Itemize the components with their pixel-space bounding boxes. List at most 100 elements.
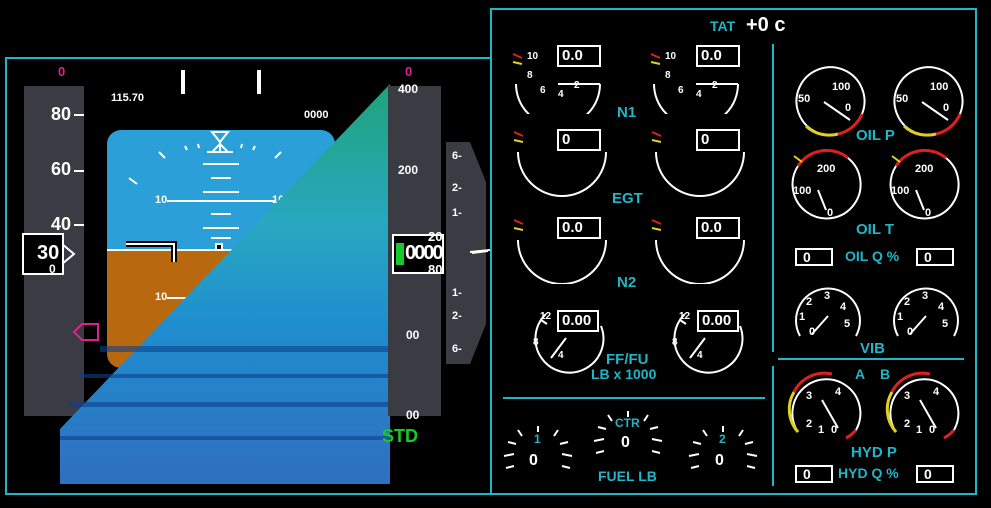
vib-scale: 1 — [799, 311, 806, 323]
n2-right-value: 0.0 — [696, 217, 740, 239]
n1-label: N1 — [617, 104, 637, 121]
ff-scale: 12 — [540, 311, 552, 322]
vib-scale: 4 — [938, 301, 945, 313]
egt-label: EGT — [612, 190, 643, 207]
ff-left-value: 0.00 — [557, 310, 599, 332]
hyd-scale: 1 — [818, 424, 825, 436]
n2-label: N2 — [617, 274, 637, 291]
ap-mode-bar — [181, 70, 185, 94]
oil-t-scale: 0 — [925, 207, 932, 219]
n1-left-value: 0.0 — [557, 45, 601, 67]
oil-p-scale: 0 — [943, 102, 950, 114]
tat-label: TAT — [710, 18, 736, 34]
n1-scale: 10 — [527, 51, 539, 62]
display-glitch-artifact — [60, 84, 390, 484]
hyd-scale: 1 — [916, 424, 923, 436]
oil-t-scale: 200 — [915, 163, 934, 175]
vib-scale: 5 — [844, 318, 851, 330]
altitude-tick-label: 400 — [398, 82, 419, 96]
eicas-divider — [778, 358, 964, 360]
n1-scale: 10 — [665, 51, 677, 62]
ff-sub-label: LB x 1000 — [591, 366, 657, 382]
oil-p-label: OIL P — [856, 127, 895, 144]
n1-scale: 2 — [712, 80, 718, 91]
tat-value: +0 c — [746, 14, 786, 36]
hyd-b-gauge — [885, 371, 960, 440]
oil-p-scale: 50 — [798, 93, 811, 105]
vsi-label: 2- — [452, 310, 462, 322]
hyd-p-label: HYD P — [851, 444, 897, 461]
ap-mode-bar — [257, 70, 261, 94]
n1-scale: 8 — [665, 70, 671, 81]
nav-frequency: 115.70 — [111, 92, 145, 104]
n1-scale: 6 — [678, 85, 684, 96]
oil-t-label: OIL T — [856, 221, 895, 238]
altitude-setting: 0000 — [304, 109, 329, 121]
vib-label: VIB — [860, 340, 886, 357]
ff-scale: 12 — [679, 311, 691, 322]
fuel-tank2-gauge — [688, 426, 758, 469]
hyd-a-gauge — [787, 371, 862, 440]
egt-right-value: 0 — [696, 129, 740, 151]
vsi-needle — [470, 249, 490, 253]
fuel-ctr-value: 0 — [621, 434, 630, 451]
hyd-q-left-value: 0 — [795, 465, 833, 483]
altitude-current-bottom: 80 — [428, 262, 443, 277]
oil-t-scale: 200 — [817, 163, 836, 175]
oil-p-scale: 0 — [845, 102, 852, 114]
oil-p-scale: 50 — [896, 93, 909, 105]
vib-scale: 5 — [942, 318, 949, 330]
fuel-label: FUEL LB — [598, 468, 657, 484]
vib-scale: 2 — [904, 296, 911, 308]
hyd-scale: 2 — [806, 418, 813, 430]
vib-scale: 0 — [907, 326, 914, 338]
altitude-tick-label: 00 — [406, 408, 420, 422]
hyd-scale: 0 — [831, 424, 838, 436]
altitude-trend-indicator — [396, 243, 404, 265]
speed-current-sub: 0 — [49, 262, 56, 276]
oil-t-scale: 100 — [793, 185, 812, 197]
vsi-label: 6- — [452, 150, 462, 162]
eicas-divider — [503, 397, 765, 399]
altitude-top-marker: 0 — [405, 64, 413, 79]
oil-q-right-value: 0 — [916, 248, 954, 266]
hyd-q-right-value: 0 — [916, 465, 954, 483]
oil-q-left-value: 0 — [795, 248, 833, 266]
hyd-scale: 4 — [933, 386, 940, 398]
hyd-scale: 3 — [904, 390, 911, 402]
hyd-scale: 3 — [806, 390, 813, 402]
hyd-scale: 0 — [929, 424, 936, 436]
hyd-scale: 2 — [904, 418, 911, 430]
n1-scale: 6 — [540, 85, 546, 96]
egt-left-value: 0 — [557, 129, 601, 151]
eicas-divider — [772, 366, 774, 486]
hyd-scale: 4 — [835, 386, 842, 398]
ff-scale: 8 — [672, 337, 678, 348]
hyd-q-label: HYD Q % — [838, 465, 899, 481]
vsi-label: 6- — [452, 343, 462, 355]
vib-scale: 3 — [824, 290, 831, 302]
oil-t-scale: 100 — [891, 185, 910, 197]
altitude-tick-label: 200 — [398, 163, 419, 177]
n1-scale: 8 — [527, 70, 533, 81]
oil-p-scale: 100 — [930, 81, 949, 93]
ff-scale: 8 — [533, 337, 539, 348]
ff-scale: 4 — [558, 350, 564, 361]
ff-scale: 4 — [697, 350, 703, 361]
n2-left-value: 0.0 — [557, 217, 601, 239]
oil-q-label: OIL Q % — [845, 248, 900, 264]
n1-scale: 2 — [574, 80, 580, 91]
n1-right-value: 0.0 — [696, 45, 740, 67]
fuel-tank1-gauge — [503, 426, 573, 469]
eicas-divider — [772, 44, 774, 352]
altitude-current-top: 20 — [428, 229, 443, 244]
vib-scale: 3 — [922, 290, 929, 302]
fuel-tank1-value: 0 — [529, 452, 538, 469]
ff-right-value: 0.00 — [697, 310, 739, 332]
n1-scale: 4 — [558, 89, 564, 100]
baro-setting: STD — [382, 426, 418, 446]
fuel-tank2-value: 0 — [715, 452, 724, 469]
vib-scale: 0 — [809, 326, 816, 338]
speed-top-marker: 0 — [58, 64, 66, 79]
vsi-label: 2- — [452, 182, 462, 194]
